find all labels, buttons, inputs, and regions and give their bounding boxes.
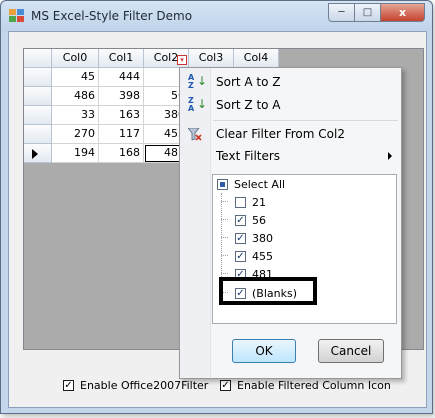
row-header[interactable] xyxy=(24,144,52,163)
row-header[interactable] xyxy=(24,68,52,87)
menu-separator xyxy=(213,120,398,121)
menu-item-label: Text Filters xyxy=(216,149,281,163)
maximize-button[interactable]: □ xyxy=(355,3,381,22)
checklist-item-label: 380 xyxy=(252,231,273,245)
menu-item-sort-z-to-a[interactable]: Z A ↓ Sort Z to A xyxy=(180,94,401,116)
submenu-arrow-icon xyxy=(388,152,392,160)
button-label: Cancel xyxy=(330,344,372,358)
table-cell[interactable]: 45 xyxy=(52,68,99,87)
minimize-icon: ─ xyxy=(338,7,345,18)
column-header-label: Col1 xyxy=(108,51,134,64)
sort-descending-icon: Z A ↓ xyxy=(188,96,208,113)
table-cell[interactable]: 117 xyxy=(99,125,144,144)
title-bar[interactable]: MS Excel-Style Filter Demo ─ □ x xyxy=(1,1,432,31)
checkbox-box[interactable]: ✓ xyxy=(63,380,74,391)
check-icon: ✓ xyxy=(221,380,230,391)
checkbox-checked[interactable]: ✓ xyxy=(235,232,246,244)
checklist-item-label: 455 xyxy=(252,249,273,263)
minimize-button[interactable]: ─ xyxy=(328,3,355,22)
column-header-col4[interactable]: Col4 xyxy=(234,49,279,68)
menu-item-clear-filter[interactable]: Clear Filter From Col2 xyxy=(180,123,401,145)
check-icon: ✓ xyxy=(236,214,245,226)
column-header-col0[interactable]: Col0 xyxy=(52,49,99,68)
enable-filtered-column-icon-checkbox[interactable]: ✓ Enable Filtered Column Icon xyxy=(220,379,391,392)
table-cell[interactable]: 194 xyxy=(52,144,99,163)
close-button[interactable]: x xyxy=(381,3,425,22)
ok-button[interactable]: OK xyxy=(232,339,296,363)
current-row-arrow-icon xyxy=(32,149,38,159)
app-icon xyxy=(9,9,24,22)
caption-buttons: ─ □ x xyxy=(328,3,425,22)
maximize-icon: □ xyxy=(362,7,373,18)
funnel-clear-icon xyxy=(180,123,210,145)
column-header-label: Col4 xyxy=(243,51,269,64)
menu-item-text-filters[interactable]: Text Filters xyxy=(180,145,401,167)
checklist-item[interactable]: ✓ 455 xyxy=(235,247,273,265)
table-cell[interactable]: 163 xyxy=(99,106,144,125)
menu-item-label: Clear Filter From Col2 xyxy=(216,127,345,141)
checklist-item-label: 56 xyxy=(252,213,266,227)
table-cell[interactable]: 398 xyxy=(99,87,144,106)
column-header-col1[interactable]: Col1 xyxy=(99,49,144,68)
window-title: MS Excel-Style Filter Demo xyxy=(31,9,193,23)
checkbox-checked[interactable]: ✓ xyxy=(235,250,246,262)
checkbox-label: Enable Office2007Filter xyxy=(80,379,209,392)
row-header[interactable] xyxy=(24,106,52,125)
close-icon: x xyxy=(398,6,407,19)
menu-item-sort-a-to-z[interactable]: A Z ↓ Sort A to Z xyxy=(180,71,401,93)
checkbox-box[interactable]: ✓ xyxy=(220,380,231,391)
table-cell[interactable]: 33 xyxy=(52,106,99,125)
check-icon: ✓ xyxy=(236,232,245,244)
cancel-button[interactable]: Cancel xyxy=(318,339,384,363)
button-label: OK xyxy=(255,344,273,358)
checkbox-label: Enable Filtered Column Icon xyxy=(237,379,391,392)
column-header-label: Col2 xyxy=(153,51,179,64)
checklist-item[interactable]: 21 xyxy=(235,193,266,211)
menu-item-label: Sort A to Z xyxy=(216,75,281,89)
check-icon: ✓ xyxy=(236,250,245,262)
table-cell[interactable]: 486 xyxy=(52,87,99,106)
table-cell[interactable]: 444 xyxy=(99,68,144,87)
grid-corner-header[interactable] xyxy=(24,49,52,68)
checklist-item-label: 21 xyxy=(252,195,266,209)
row-header[interactable] xyxy=(24,125,52,144)
checkbox-unchecked[interactable] xyxy=(235,196,246,208)
checklist-item-label: Select All xyxy=(234,177,286,191)
table-cell[interactable]: 270 xyxy=(52,125,99,144)
grid-header-row: Col0 Col1 Col2 ▾ Col3 Col4 xyxy=(24,49,279,68)
checkbox-checked[interactable]: ✓ xyxy=(235,214,246,226)
checklist-item-select-all[interactable]: Select All xyxy=(217,175,285,193)
row-header[interactable] xyxy=(24,87,52,106)
column-header-label: Col3 xyxy=(198,51,224,64)
filter-dropdown-menu: A Z ↓ Sort A to Z Z A ↓ Sort Z to A Clear Fi… xyxy=(179,67,402,379)
checklist-item[interactable]: ✓ 380 xyxy=(235,229,273,247)
column-header-col3[interactable]: Col3 xyxy=(189,49,234,68)
check-icon: ✓ xyxy=(64,380,73,391)
column-header-col2[interactable]: Col2 ▾ xyxy=(144,49,189,68)
table-cell[interactable]: 168 xyxy=(99,144,144,163)
checkbox-partial[interactable] xyxy=(217,178,228,190)
enable-office2007-filter-checkbox[interactable]: ✓ Enable Office2007Filter xyxy=(63,379,208,392)
sort-ascending-icon: A Z ↓ xyxy=(188,73,208,90)
column-header-label: Col0 xyxy=(62,51,88,64)
checklist-item[interactable]: ✓ 56 xyxy=(235,211,266,229)
menu-item-label: Sort Z to A xyxy=(216,98,281,112)
filter-dropdown-icon[interactable]: ▾ xyxy=(177,55,187,65)
annotation-highlight-box xyxy=(219,277,317,305)
